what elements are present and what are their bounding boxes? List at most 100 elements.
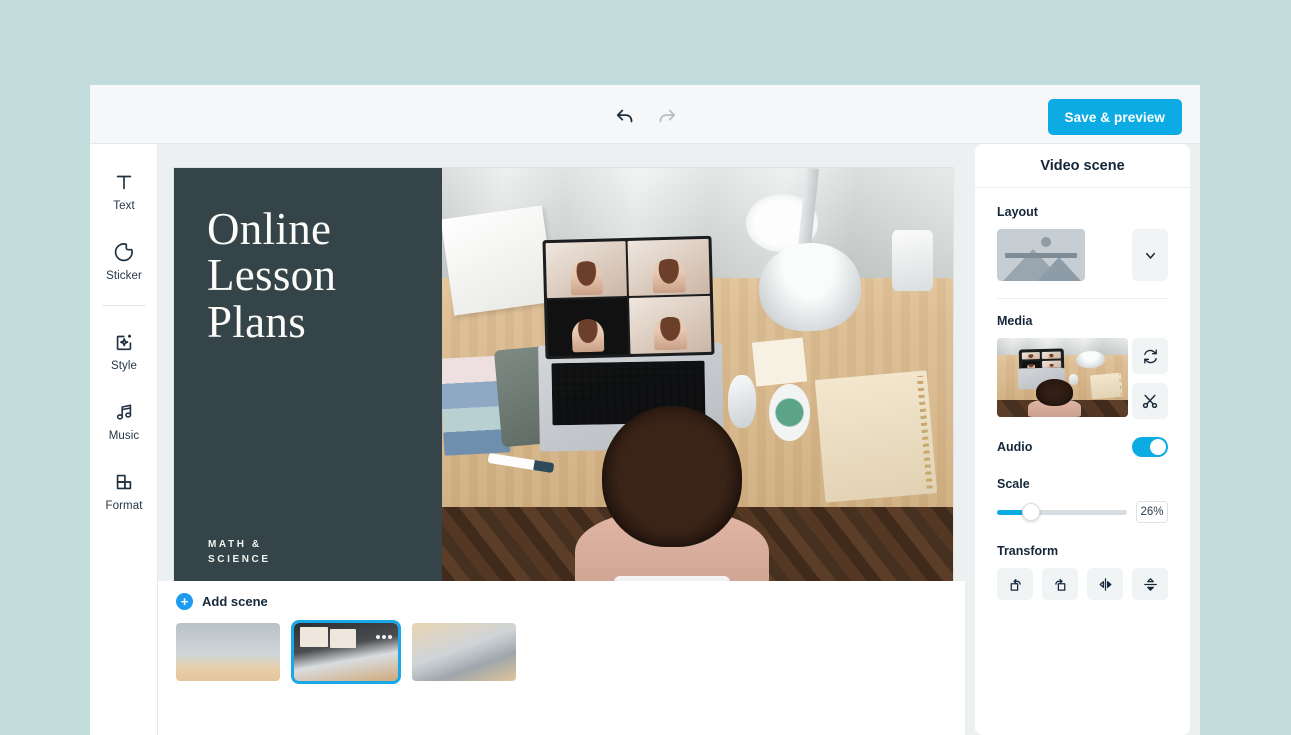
sidebar-item-label-sticker: Sticker — [106, 270, 142, 282]
add-scene-button[interactable]: + Add scene — [176, 593, 268, 610]
slide-text-panel[interactable]: Online Lesson Plans MATH & SCIENCE — [174, 168, 442, 608]
chevron-down-icon — [1143, 248, 1158, 263]
text-icon — [113, 171, 135, 193]
sticker-icon — [113, 241, 135, 263]
sidebar-item-music[interactable]: Music — [90, 386, 158, 456]
properties-body: Layout Media — [975, 188, 1190, 600]
flip-vertical-button[interactable] — [1132, 568, 1168, 600]
photo-speaker — [892, 230, 933, 292]
history-controls — [611, 101, 681, 131]
style-icon — [113, 331, 135, 353]
canvas-stage[interactable]: Online Lesson Plans MATH & SCIENCE — [158, 144, 965, 581]
scene-thumbnail-2[interactable] — [294, 623, 398, 681]
media-thumb-person — [1028, 379, 1080, 417]
format-icon — [113, 471, 135, 493]
sidebar-item-label-style: Style — [111, 360, 137, 372]
properties-title: Video scene — [975, 144, 1190, 188]
redo-button[interactable] — [651, 101, 681, 131]
sidebar-item-text[interactable]: Text — [90, 156, 158, 226]
slide-subtitle-line-1: MATH & — [208, 537, 271, 552]
photo-person — [575, 406, 769, 608]
photo-video-tile — [547, 299, 629, 356]
audio-toggle[interactable] — [1132, 437, 1168, 457]
slide-subtitle: MATH & SCIENCE — [208, 537, 271, 567]
flip-horizontal-button[interactable] — [1087, 568, 1123, 600]
rotate-right-icon — [1052, 576, 1069, 593]
undo-arrow-icon — [615, 105, 637, 127]
redo-arrow-icon — [655, 105, 677, 127]
scale-slider-thumb[interactable] — [1022, 503, 1040, 521]
scene-options-icon[interactable] — [376, 635, 392, 639]
photo-video-tile — [546, 241, 628, 298]
photo-open-book — [442, 205, 556, 315]
slide-title-line-2: Lesson — [207, 252, 336, 298]
slide-title-line-3: Plans — [207, 299, 336, 345]
slide-subtitle-line-2: SCIENCE — [208, 552, 271, 567]
sidebar-item-format[interactable]: Format — [90, 456, 158, 526]
layout-label: Layout — [997, 205, 1168, 219]
section-divider — [997, 298, 1168, 299]
media-thumb-hair — [1036, 379, 1074, 406]
photo-laptop-screen — [543, 236, 715, 359]
app-window: Save & preview Text Sticker Style — [90, 85, 1200, 735]
scissors-icon — [1141, 392, 1159, 410]
trim-media-button[interactable] — [1132, 383, 1168, 419]
transform-label: Transform — [997, 544, 1168, 558]
photo-notebook — [815, 370, 938, 503]
layout-mountain-shape — [1037, 257, 1081, 281]
rail-divider — [102, 305, 146, 306]
flip-horizontal-icon — [1097, 576, 1114, 593]
sidebar-item-style[interactable]: Style — [90, 316, 158, 386]
replace-media-button[interactable] — [1132, 338, 1168, 374]
top-toolbar: Save & preview — [90, 85, 1200, 144]
photo-sticky-notes — [752, 337, 807, 386]
photo-video-tile — [628, 239, 710, 296]
scene-thumbnail-1[interactable] — [176, 623, 280, 681]
photo-mug — [769, 384, 810, 441]
scene-thumbnail-list — [176, 623, 965, 681]
media-thumb-tile — [1042, 352, 1060, 360]
media-label: Media — [997, 314, 1168, 328]
plus-circle-icon: + — [176, 593, 193, 610]
layout-dropdown-button[interactable] — [1132, 229, 1168, 281]
scale-slider-row: 26% — [997, 501, 1168, 523]
transform-buttons — [997, 568, 1168, 600]
thumb-video-tile — [330, 629, 356, 648]
photo-video-tile — [630, 297, 712, 354]
flip-vertical-icon — [1142, 576, 1159, 593]
image-placeholder-icon — [1041, 237, 1051, 247]
sidebar-item-sticker[interactable]: Sticker — [90, 226, 158, 296]
slide-canvas[interactable]: Online Lesson Plans MATH & SCIENCE — [174, 168, 953, 608]
layout-row — [997, 229, 1168, 281]
sidebar-item-label-text: Text — [113, 200, 135, 212]
undo-button[interactable] — [611, 101, 641, 131]
save-and-preview-button[interactable]: Save & preview — [1048, 99, 1182, 135]
add-scene-label: Add scene — [202, 594, 268, 609]
media-thumbnail[interactable] — [997, 338, 1128, 417]
media-actions — [1132, 338, 1168, 419]
photo-person-hair — [602, 406, 742, 548]
layout-split-bar — [1005, 253, 1077, 258]
slide-media-photo[interactable] — [442, 168, 953, 608]
scenes-strip: + Add scene — [158, 581, 965, 735]
audio-label: Audio — [997, 440, 1032, 454]
scale-value[interactable]: 26% — [1136, 501, 1168, 523]
scale-slider-track[interactable] — [997, 510, 1127, 515]
media-row — [997, 338, 1168, 419]
media-thumb-notebook — [1090, 373, 1123, 399]
slide-title: Online Lesson Plans — [207, 206, 336, 345]
rotate-left-icon — [1007, 576, 1024, 593]
rotate-left-button[interactable] — [997, 568, 1033, 600]
media-thumb-tile — [1022, 352, 1040, 360]
music-icon — [113, 401, 135, 423]
properties-panel: Video scene Layout — [965, 144, 1200, 735]
left-tool-rail: Text Sticker Style Music — [90, 144, 158, 735]
slide-title-line-1: Online — [207, 206, 336, 252]
scale-label: Scale — [997, 477, 1168, 491]
rotate-right-button[interactable] — [1042, 568, 1078, 600]
scene-thumbnail-3[interactable] — [412, 623, 516, 681]
properties-card: Video scene Layout — [975, 144, 1190, 735]
layout-thumbnail[interactable] — [997, 229, 1085, 281]
audio-row: Audio — [997, 437, 1168, 457]
sidebar-item-label-music: Music — [109, 430, 140, 442]
